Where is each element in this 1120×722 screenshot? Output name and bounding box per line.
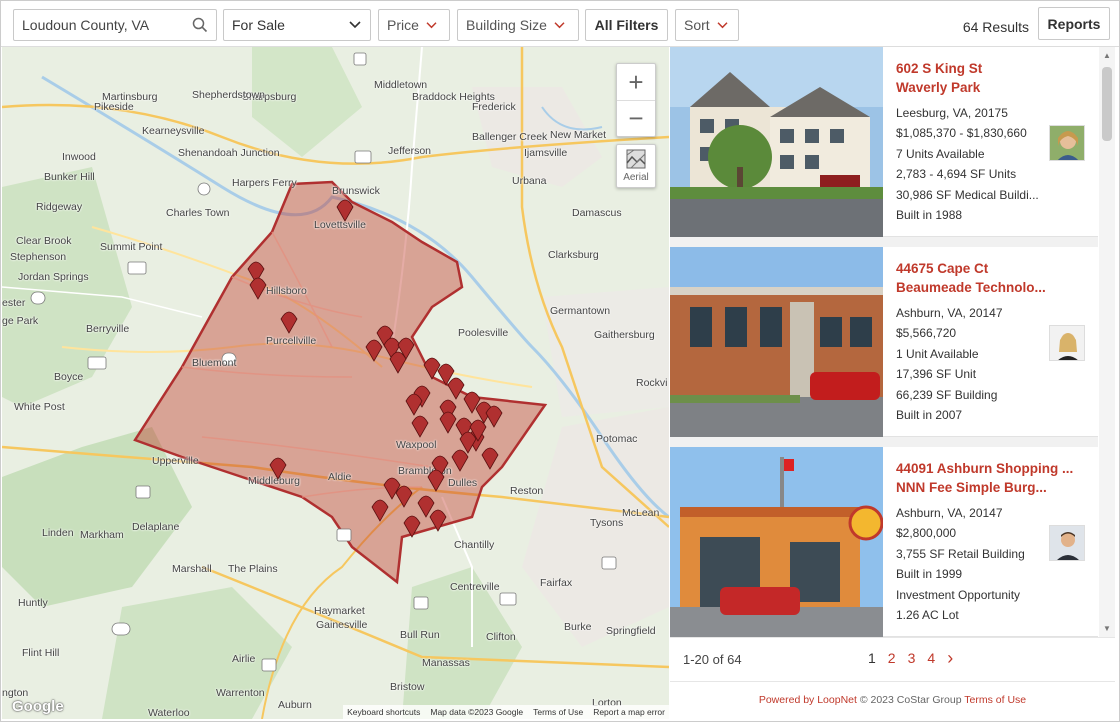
next-page-icon[interactable]: › bbox=[947, 649, 953, 667]
listing-unit-size: 2,783 - 4,694 SF Units bbox=[896, 167, 1017, 182]
map-listing-marker-icon[interactable] bbox=[395, 485, 413, 508]
map-listing-marker-icon[interactable] bbox=[249, 277, 267, 300]
map-listing-marker-icon[interactable] bbox=[429, 509, 447, 532]
map-listing-marker-icon[interactable] bbox=[427, 469, 445, 492]
all-filters-button[interactable]: All Filters bbox=[585, 9, 668, 41]
chevron-down-icon bbox=[426, 21, 437, 28]
listing-year-built: Built in 2007 bbox=[896, 408, 963, 423]
listing-photo[interactable] bbox=[670, 447, 883, 637]
listing-address[interactable]: 44675 Cape Ct bbox=[896, 259, 1096, 278]
aerial-label: Aerial bbox=[623, 172, 649, 183]
listing-year-built: Built in 1999 bbox=[896, 567, 963, 582]
chevron-down-icon bbox=[349, 21, 361, 29]
listing-name[interactable]: NNN Fee Simple Burg... bbox=[896, 478, 1096, 497]
map-data-text: Map data ©2023 Google bbox=[430, 707, 524, 717]
broker-avatar[interactable] bbox=[1049, 325, 1085, 361]
zoom-out-button[interactable]: − bbox=[617, 100, 655, 136]
listing-building-size: 30,986 SF Medical Buildi... bbox=[896, 187, 1039, 202]
scroll-up-icon[interactable]: ▲ bbox=[1103, 51, 1111, 60]
listings-scrollbar[interactable]: ▲ ▼ bbox=[1099, 47, 1115, 637]
map-listing-marker-icon[interactable] bbox=[459, 431, 477, 454]
reports-button[interactable]: Reports bbox=[1038, 7, 1110, 40]
building-size-label: Building Size bbox=[466, 17, 547, 33]
listing-address[interactable]: 602 S King St bbox=[896, 59, 1096, 78]
page-links: 1 2 3 4 › bbox=[868, 649, 953, 667]
map-listing-marker-icon[interactable] bbox=[439, 411, 457, 434]
chevron-down-icon bbox=[717, 21, 728, 28]
listing-sale-type: Investment Opportunity bbox=[896, 587, 1021, 602]
listing-location: Ashburn, VA, 20147 bbox=[896, 506, 1003, 520]
app-window: Loudoun County, VA For Sale Price Buildi… bbox=[0, 0, 1120, 722]
page-link-2[interactable]: 2 bbox=[888, 650, 896, 666]
map-listing-marker-icon[interactable] bbox=[280, 311, 298, 334]
map-view[interactable]: Martinsburg Sharpsburg Middletown Shepherds… bbox=[2, 47, 669, 719]
google-logo: Google bbox=[12, 698, 64, 715]
listing-type-select[interactable]: For Sale bbox=[223, 9, 371, 41]
building-size-filter-button[interactable]: Building Size bbox=[457, 9, 579, 41]
map-listing-marker-icon[interactable] bbox=[451, 449, 469, 472]
listing-name[interactable]: Waverly Park bbox=[896, 78, 1096, 97]
listing-card[interactable]: 602 S King St Waverly Park Leesburg, VA,… bbox=[670, 47, 1098, 237]
listing-photo[interactable] bbox=[670, 247, 883, 437]
listings-panel: 602 S King St Waverly Park Leesburg, VA,… bbox=[670, 47, 1098, 637]
location-search-input[interactable]: Loudoun County, VA bbox=[13, 9, 217, 41]
page-link-3[interactable]: 3 bbox=[908, 650, 916, 666]
map-listing-marker-icon[interactable] bbox=[485, 405, 503, 428]
powered-by-link[interactable]: Powered by LoopNet bbox=[759, 694, 857, 706]
page-link-1[interactable]: 1 bbox=[868, 650, 876, 666]
map-listing-marker-icon[interactable] bbox=[405, 393, 423, 416]
listing-lot-size: 1.26 AC Lot bbox=[896, 608, 959, 623]
filter-toolbar: Loudoun County, VA For Sale Price Buildi… bbox=[1, 1, 1119, 47]
map-listing-marker-icon[interactable] bbox=[389, 351, 407, 374]
zoom-control: + − bbox=[616, 63, 656, 137]
listing-card[interactable]: 44091 Ashburn Shopping ... NNN Fee Simpl… bbox=[670, 447, 1098, 637]
pagination-bar: 1-20 of 64 1 2 3 4 › bbox=[670, 637, 1115, 681]
listing-year-built: Built in 1988 bbox=[896, 208, 963, 223]
listing-photo[interactable] bbox=[670, 47, 883, 237]
map-terms-link[interactable]: Terms of Use bbox=[533, 707, 583, 717]
sort-label: Sort bbox=[684, 17, 710, 33]
chevron-down-icon bbox=[554, 21, 565, 28]
aerial-toggle-button[interactable]: Aerial bbox=[616, 144, 656, 188]
sort-button[interactable]: Sort bbox=[675, 9, 739, 41]
broker-avatar[interactable] bbox=[1049, 125, 1085, 161]
map-listing-marker-icon[interactable] bbox=[481, 447, 499, 470]
listing-location: Ashburn, VA, 20147 bbox=[896, 306, 1003, 320]
map-listing-marker-icon[interactable] bbox=[403, 515, 421, 538]
map-listing-marker-icon[interactable] bbox=[423, 357, 441, 380]
map-listing-marker-icon[interactable] bbox=[371, 499, 389, 522]
listing-address[interactable]: 44091 Ashburn Shopping ... bbox=[896, 459, 1096, 478]
keyboard-shortcuts-link[interactable]: Keyboard shortcuts bbox=[347, 707, 420, 717]
listing-unit-size: 17,396 SF Unit bbox=[896, 367, 977, 382]
search-icon[interactable] bbox=[192, 17, 208, 33]
copyright-text: © 2023 CoStar Group bbox=[856, 694, 965, 706]
report-map-error-link[interactable]: Report a map error bbox=[593, 707, 665, 717]
listing-card[interactable]: 44675 Cape Ct Beaumeade Technolo... Ashb… bbox=[670, 247, 1098, 437]
price-filter-label: Price bbox=[387, 17, 419, 33]
results-count: 64 Results bbox=[962, 19, 1029, 35]
search-value: Loudoun County, VA bbox=[22, 17, 150, 33]
price-filter-button[interactable]: Price bbox=[378, 9, 450, 41]
listing-name[interactable]: Beaumeade Technolo... bbox=[896, 278, 1096, 297]
map-listing-marker-icon[interactable] bbox=[365, 339, 383, 362]
page-link-4[interactable]: 4 bbox=[927, 650, 935, 666]
map-listing-marker-icon[interactable] bbox=[336, 199, 354, 222]
listing-type-value: For Sale bbox=[232, 17, 285, 33]
zoom-in-button[interactable]: + bbox=[617, 64, 655, 100]
terms-of-use-link[interactable]: Terms of Use bbox=[964, 694, 1026, 706]
map-listing-marker-icon[interactable] bbox=[269, 457, 287, 480]
map-listing-marker-icon[interactable] bbox=[411, 415, 429, 438]
listing-location: Leesburg, VA, 20175 bbox=[896, 106, 1008, 120]
footer: Powered by LoopNet © 2023 CoStar Group T… bbox=[670, 681, 1115, 719]
result-range: 1-20 of 64 bbox=[683, 652, 742, 667]
scrollbar-thumb[interactable] bbox=[1102, 67, 1112, 141]
scroll-down-icon[interactable]: ▼ bbox=[1103, 624, 1111, 633]
listing-building-size: 66,239 SF Building bbox=[896, 387, 998, 402]
broker-avatar[interactable] bbox=[1049, 525, 1085, 561]
map-listing-marker-icon[interactable] bbox=[447, 377, 465, 400]
aerial-icon bbox=[626, 149, 646, 169]
listing-markers[interactable] bbox=[2, 47, 669, 719]
map-attribution: Keyboard shortcuts Map data ©2023 Google… bbox=[343, 705, 669, 719]
